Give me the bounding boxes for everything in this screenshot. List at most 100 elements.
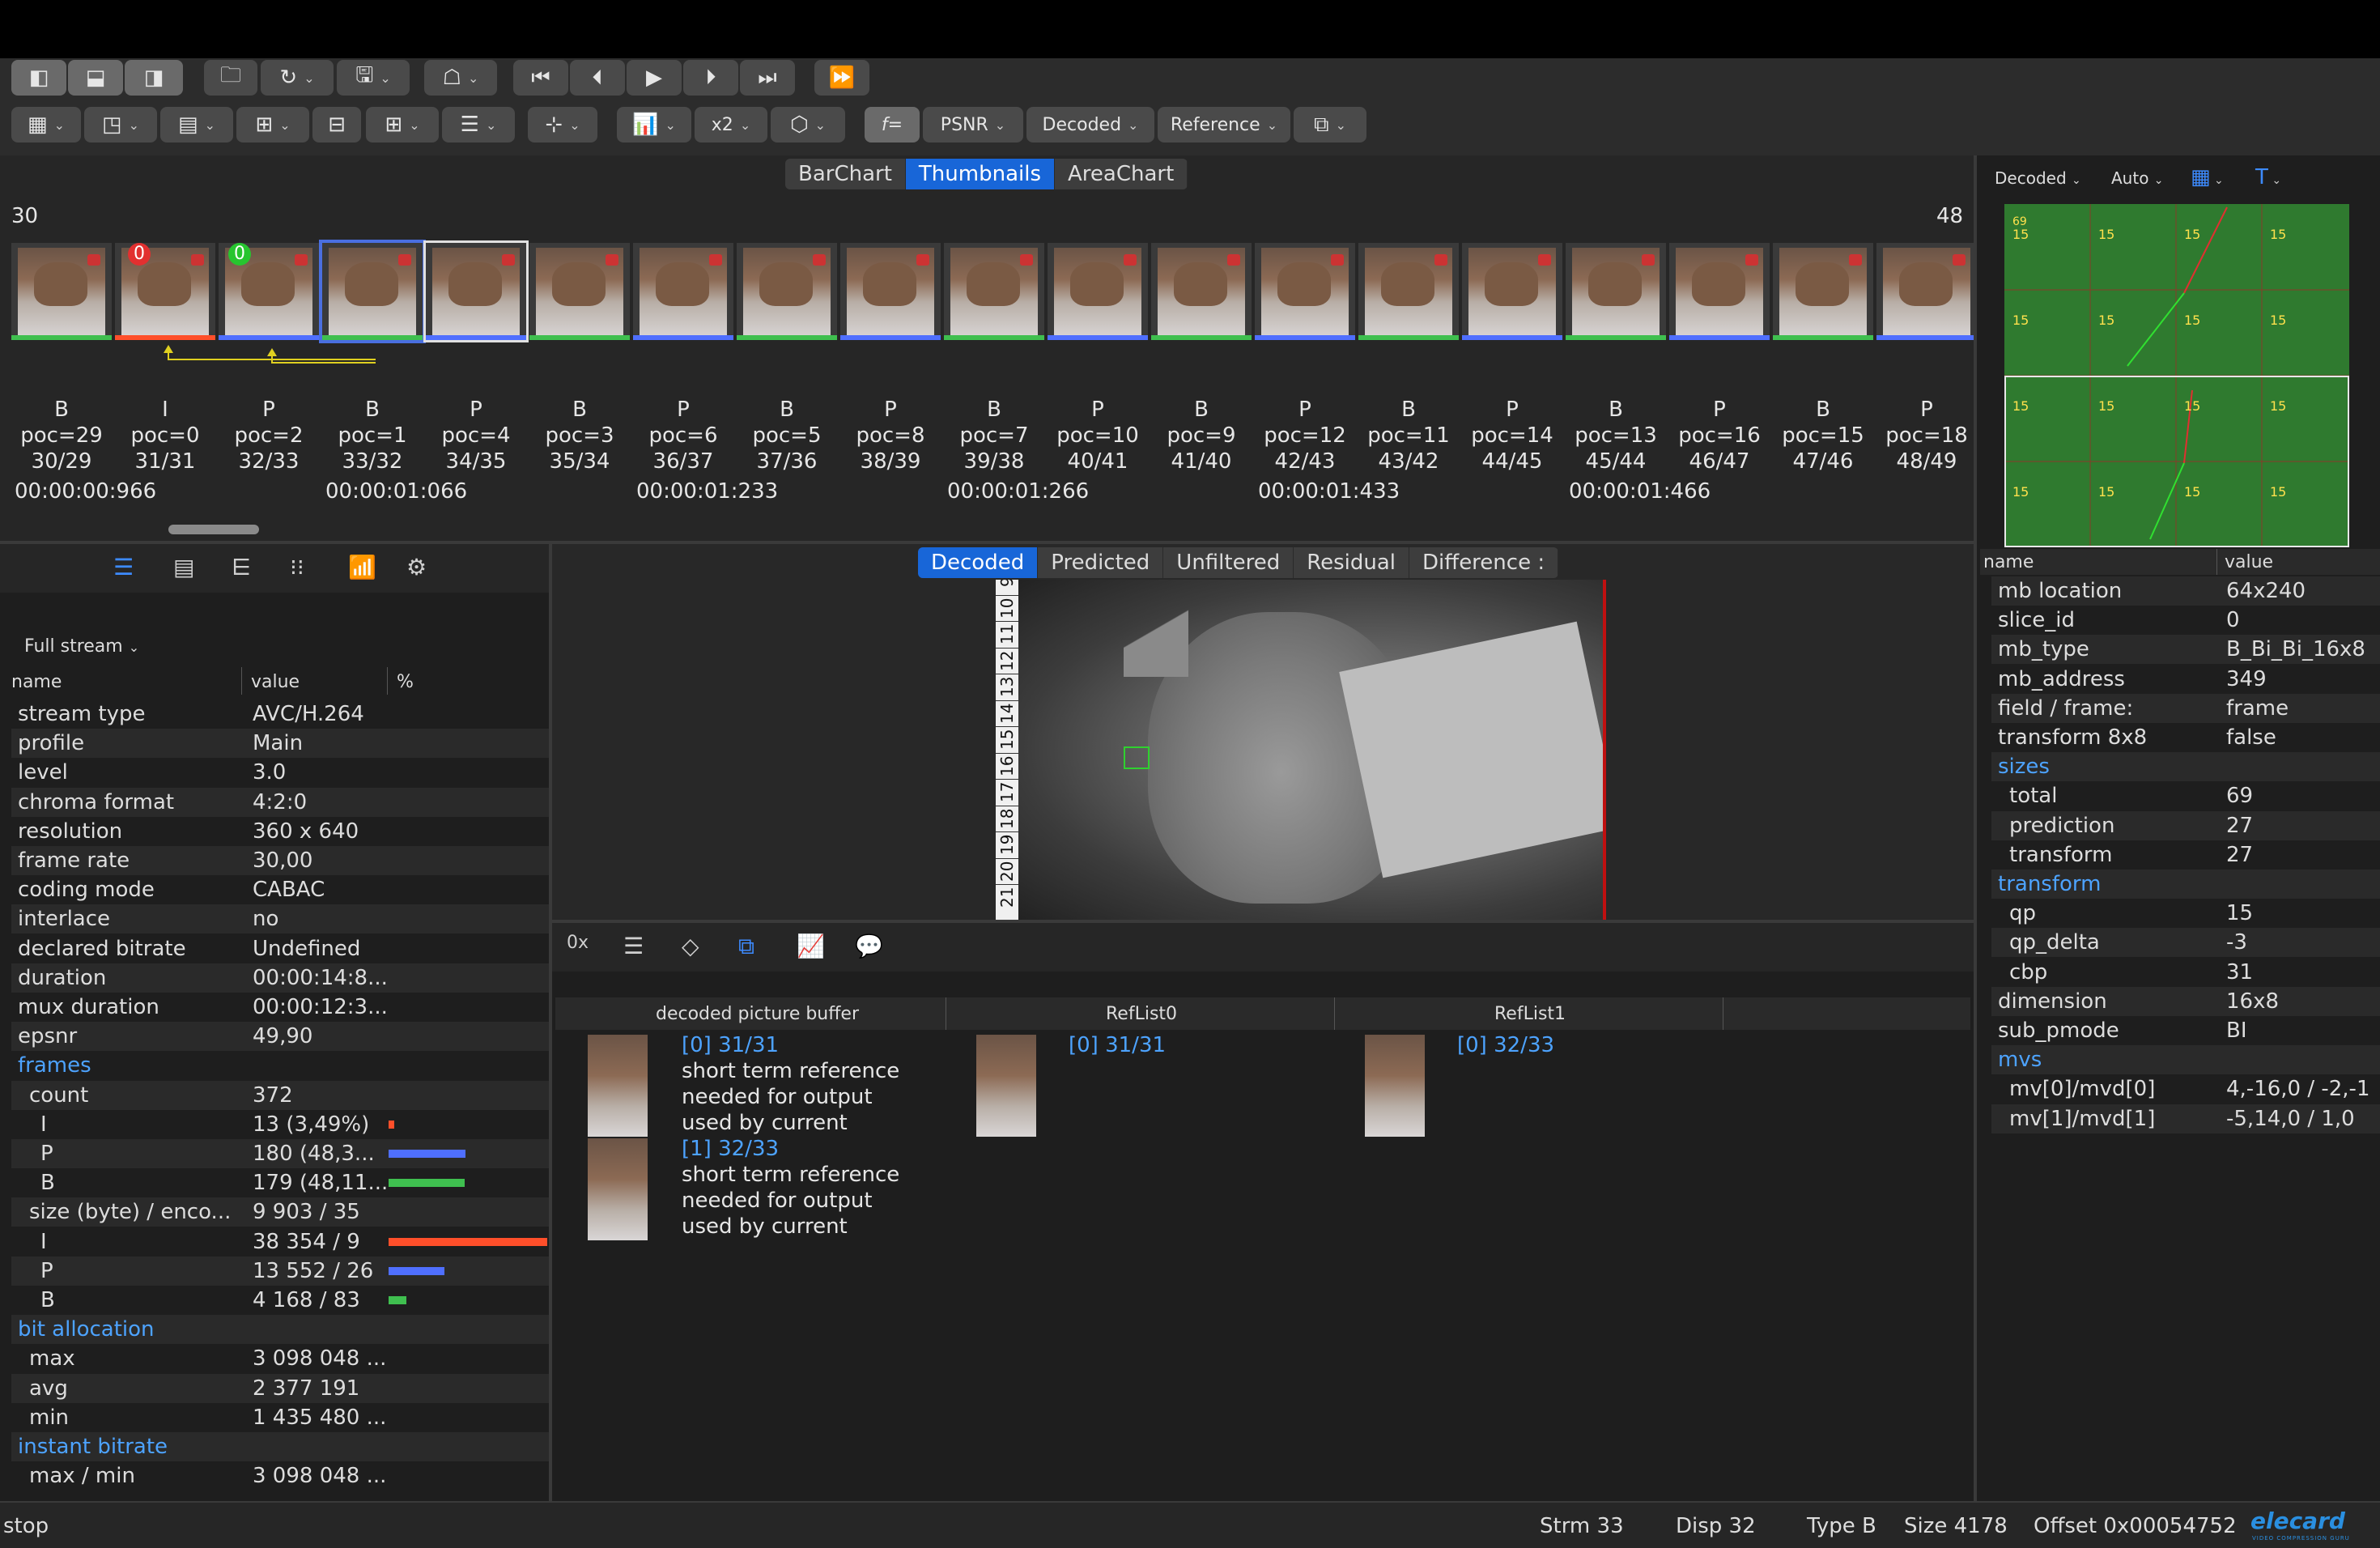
stream-row[interactable]: avg 2 377 191	[11, 1373, 549, 1403]
view-mode-button[interactable]: ▦ ⌄	[11, 107, 81, 142]
thumbnail[interactable]	[529, 243, 630, 340]
diamond-tab-icon[interactable]: ◇	[682, 933, 699, 959]
thumbnail[interactable]	[11, 243, 112, 340]
mb-row[interactable]: prediction 27	[1991, 810, 2380, 840]
settings-tab-icon[interactable]: ⚙	[406, 554, 427, 580]
stream-row[interactable]: stream type AVC/H.264	[11, 700, 549, 729]
stream-row[interactable]: chroma format 4:2:0	[11, 787, 549, 817]
layout-left-button[interactable]: ◧	[11, 60, 66, 96]
reference-select[interactable]: Reference ⌄	[1158, 107, 1290, 142]
reflist1-entry[interactable]: [0] 32/33	[1457, 1033, 1554, 1057]
stream-selector[interactable]: Full stream ⌄	[24, 636, 139, 657]
mb-zoom-view[interactable]: 15 15 15 15 15 15 15 15 15 15 15 15 15 15 15 15 69	[2004, 204, 2349, 547]
hex-tab-icon[interactable]: 0x	[567, 933, 589, 953]
prev-frame-button[interactable]: ⏴	[570, 60, 625, 96]
stream-row[interactable]: instant bitrate	[11, 1432, 549, 1461]
tab-unfiltered[interactable]: Unfiltered	[1163, 547, 1294, 578]
mb-row[interactable]: transform 8x8 false	[1991, 723, 2380, 752]
mb-row[interactable]: mb location 64x240	[1991, 576, 2380, 606]
tab-thumbnails[interactable]: Thumbnails	[905, 159, 1055, 189]
thumbnail[interactable]	[1773, 243, 1873, 340]
stream-row[interactable]: I 13 (3,49%)	[11, 1110, 549, 1139]
tab-difference[interactable]: Difference :	[1409, 547, 1559, 578]
graph-tab-icon[interactable]: 📈	[797, 933, 825, 959]
stream-row[interactable]: bit allocation	[11, 1315, 549, 1345]
stream-row[interactable]: profile Main	[11, 729, 549, 759]
text-overlay-icon[interactable]: T ⌄	[2255, 165, 2281, 189]
tab-predicted[interactable]: Predicted	[1038, 547, 1164, 578]
mb-row[interactable]: field / frame: frame	[1991, 693, 2380, 723]
fast-forward-button[interactable]: ⏩	[814, 60, 869, 96]
thumbnail[interactable]	[840, 243, 941, 340]
reference-thumbnail[interactable]	[976, 1035, 1036, 1137]
partition-button[interactable]: ⊞ ⌄	[236, 107, 309, 142]
blocks-button[interactable]: ▤ ⌄	[160, 107, 233, 142]
mb-row[interactable]: cbp 31	[1991, 958, 2380, 987]
stream-row[interactable]: P 180 (48,3...	[11, 1139, 549, 1168]
mb-row[interactable]: qp 15	[1991, 899, 2380, 928]
compare-button[interactable]: ⧉ ⌄	[1294, 107, 1366, 142]
formula-button[interactable]: f=	[865, 107, 920, 142]
mb-row[interactable]: transform 27	[1991, 840, 2380, 870]
stream-row[interactable]: resolution 360 x 640	[11, 817, 549, 846]
chart-button[interactable]: 📊 ⌄	[617, 107, 691, 142]
tab-decoded[interactable]: Decoded	[918, 547, 1039, 578]
thumbnail[interactable]	[319, 240, 426, 343]
stream-row[interactable]: mux duration 00:00:12:3...	[11, 993, 549, 1022]
reflist0-entry[interactable]: [0] 31/31	[1069, 1033, 1166, 1057]
thumbnail[interactable]	[1566, 243, 1666, 340]
metric-select[interactable]: PSNR ⌄	[923, 107, 1023, 142]
mb-row[interactable]: dimension 16x8	[1991, 986, 2380, 1016]
reference-thumbnail[interactable]	[1365, 1035, 1425, 1137]
thumbnail[interactable]	[1048, 243, 1148, 340]
thumbnail[interactable]	[1669, 243, 1770, 340]
decoded-picture[interactable]	[1018, 580, 1606, 920]
mb-row[interactable]: total 69	[1991, 781, 2380, 810]
thumbnail[interactable]	[1151, 243, 1252, 340]
stream-row[interactable]: B 179 (48,11...	[11, 1168, 549, 1197]
dpb-entry-label[interactable]: [1] 32/33	[682, 1137, 779, 1161]
stream-row[interactable]: count 372	[11, 1080, 549, 1110]
plugin-button[interactable]: ☖ ⌄	[424, 60, 497, 96]
mb-row[interactable]: sub_pmode BI	[1991, 1016, 2380, 1045]
stream-row[interactable]: B 4 168 / 83	[11, 1286, 549, 1315]
next-frame-button[interactable]: ⏵	[683, 60, 738, 96]
structure-tab-icon[interactable]: ⋿	[232, 554, 251, 580]
reference-thumbnail[interactable]	[588, 1138, 648, 1240]
dpb-entry-label[interactable]: [0] 31/31	[682, 1033, 779, 1057]
comment-tab-icon[interactable]: 💬	[855, 933, 883, 959]
reload-button[interactable]: ↻ ⌄	[261, 60, 334, 96]
stream-row[interactable]: size (byte) / enco... 9 903 / 35	[11, 1197, 549, 1227]
stream-row[interactable]: declared bitrate Undefined	[11, 934, 549, 963]
stream-row[interactable]: min 1 435 480 ...	[11, 1403, 549, 1432]
thumbnail-scrollbar[interactable]	[168, 525, 259, 534]
stats-tab-icon[interactable]: 📶	[348, 554, 376, 580]
source-select[interactable]: Decoded ⌄	[1026, 107, 1154, 142]
mb-row[interactable]: slice_id 0	[1991, 606, 2380, 635]
layout-bottom-button[interactable]: ⬓	[68, 60, 123, 96]
mb-grid-button[interactable]: ⊟	[312, 107, 361, 142]
stream-row[interactable]: P 13 552 / 26	[11, 1256, 549, 1286]
mb-grid-icon[interactable]: ▦ ⌄	[2191, 165, 2224, 189]
thumbnail[interactable]	[1462, 243, 1562, 340]
stream-row[interactable]: epsnr 49,90	[11, 1022, 549, 1052]
thumbnail[interactable]	[633, 243, 733, 340]
thumbnail[interactable]	[737, 243, 837, 340]
stream-row[interactable]: level 3.0	[11, 758, 549, 787]
motion-vectors-button[interactable]: ⊹ ⌄	[528, 107, 597, 142]
mb-row[interactable]: mb_address 349	[1991, 665, 2380, 694]
buffer-tab-icon[interactable]: ⧉	[738, 933, 754, 960]
list-button[interactable]: ☰ ⌄	[442, 107, 515, 142]
open-file-button[interactable]: 🗀	[204, 60, 257, 96]
mb-source-select[interactable]: Decoded ⌄	[1995, 168, 2081, 188]
mb-row[interactable]: mv[1]/mvd[1] -5,14,0 / 1,0	[1991, 1104, 2380, 1133]
info-tab-icon[interactable]: ☰	[113, 554, 134, 580]
tab-areachart[interactable]: AreaChart	[1055, 159, 1188, 189]
mb-zoom-select[interactable]: Auto ⌄	[2111, 168, 2164, 188]
list-tab-icon[interactable]: ☰	[623, 933, 644, 959]
thumbnail[interactable]	[423, 240, 529, 342]
layout-right-button[interactable]: ◨	[125, 60, 183, 96]
mb-row[interactable]: mvs	[1991, 1045, 2380, 1075]
reference-thumbnail[interactable]	[588, 1035, 648, 1137]
last-frame-button[interactable]: ⏭	[740, 60, 795, 96]
